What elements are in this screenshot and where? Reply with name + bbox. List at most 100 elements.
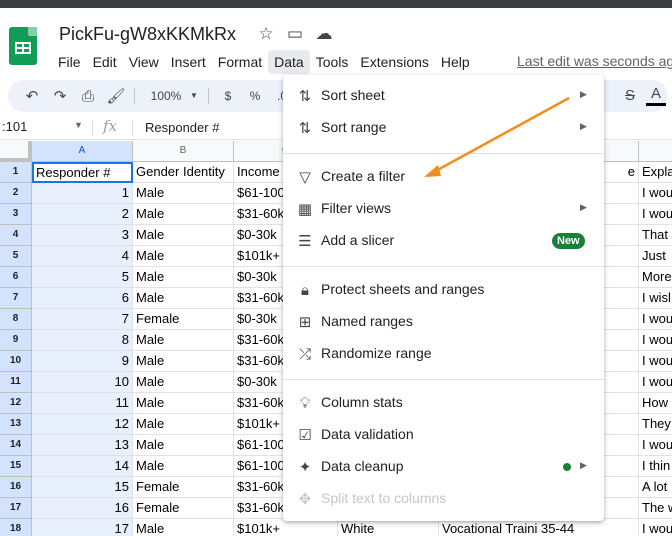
cell-b[interactable]: Male — [133, 183, 234, 204]
menu-file[interactable]: File — [52, 50, 87, 74]
print-icon[interactable]: ⎙ — [76, 84, 100, 108]
star-icon[interactable]: ☆ — [256, 24, 276, 44]
cell-b[interactable]: Male — [133, 414, 234, 435]
percent-format-button[interactable]: % — [245, 84, 265, 108]
cell-h[interactable]: The w — [639, 498, 672, 519]
cell-a[interactable]: 14 — [32, 456, 133, 477]
menu-item-column-stats[interactable]: 💡︎ Column stats — [283, 387, 604, 419]
row-header[interactable]: 11 — [0, 372, 32, 393]
currency-format-button[interactable]: $ — [218, 84, 238, 108]
cell-h[interactable]: I wou — [639, 309, 672, 330]
cell-b[interactable]: Male — [133, 519, 234, 536]
cell-h[interactable]: A lot — [639, 477, 672, 498]
menu-item-sort-sheet[interactable]: ⇅ Sort sheet ▶ — [283, 80, 604, 112]
menu-format[interactable]: Format — [212, 50, 268, 74]
cloud-status-icon[interactable]: ☁ — [314, 24, 334, 44]
menu-extensions[interactable]: Extensions — [354, 50, 434, 74]
row-header[interactable]: 18 — [0, 519, 32, 536]
menu-item-randomize-range[interactable]: ⤮ Randomize range — [283, 338, 604, 370]
row-header[interactable]: 17 — [0, 498, 32, 519]
cell-b[interactable]: Female — [133, 498, 234, 519]
cell-a[interactable]: Responder # — [32, 162, 133, 183]
cell-a[interactable]: 10 — [32, 372, 133, 393]
cell-b[interactable]: Male — [133, 225, 234, 246]
cell-b[interactable]: Male — [133, 393, 234, 414]
cell-h[interactable]: Expla — [639, 162, 672, 183]
row-header[interactable]: 2 — [0, 183, 32, 204]
zoom-select[interactable]: 100% — [146, 84, 186, 108]
row-header[interactable]: 12 — [0, 393, 32, 414]
row-header[interactable]: 15 — [0, 456, 32, 477]
cell-a[interactable]: 1 — [32, 183, 133, 204]
menu-item-create-filter[interactable]: ▽ Create a filter — [283, 161, 604, 193]
cell-a[interactable]: 4 — [32, 246, 133, 267]
row-header[interactable]: 1 — [0, 162, 32, 183]
menu-item-split-text[interactable]: ✥ Split text to columns — [283, 483, 604, 515]
menu-tools[interactable]: Tools — [310, 50, 355, 74]
cell-h[interactable]: I wou — [639, 435, 672, 456]
menu-view[interactable]: View — [123, 50, 165, 74]
cell-b[interactable]: Male — [133, 372, 234, 393]
sheets-logo-icon[interactable] — [9, 27, 37, 65]
menu-item-data-validation[interactable]: ☑ Data validation — [283, 419, 604, 451]
redo-icon[interactable]: ↷ — [48, 84, 72, 108]
strikethrough-icon[interactable]: S — [618, 84, 642, 108]
menu-item-sort-range[interactable]: ⇅ Sort range ▶ — [283, 112, 604, 144]
row-header[interactable]: 13 — [0, 414, 32, 435]
cell-a[interactable]: 6 — [32, 288, 133, 309]
cell-b[interactable]: Male — [133, 456, 234, 477]
name-box-dropdown-icon[interactable]: ▼ — [74, 120, 83, 130]
row-header[interactable]: 9 — [0, 330, 32, 351]
row-header[interactable]: 8 — [0, 309, 32, 330]
cell-b[interactable]: Female — [133, 477, 234, 498]
menu-item-add-slicer[interactable]: ☰ Add a slicer New — [283, 225, 604, 257]
cell-a[interactable]: 8 — [32, 330, 133, 351]
row-header[interactable]: 14 — [0, 435, 32, 456]
cell-c[interactable]: $101k+ — [234, 519, 338, 536]
cell-a[interactable]: 17 — [32, 519, 133, 536]
cell-b[interactable]: Male — [133, 288, 234, 309]
row-header[interactable]: 7 — [0, 288, 32, 309]
cell-a[interactable]: 7 — [32, 309, 133, 330]
cell-h[interactable]: I wou — [639, 330, 672, 351]
cell-a[interactable]: 2 — [32, 204, 133, 225]
cell-d[interactable]: White — [338, 519, 439, 536]
select-all-corner[interactable] — [0, 141, 32, 162]
cell-h[interactable]: I thin — [639, 456, 672, 477]
paint-format-icon[interactable]: 🖌 — [104, 84, 128, 108]
cell-b[interactable]: Male — [133, 435, 234, 456]
cell-a[interactable]: 16 — [32, 498, 133, 519]
cell-h[interactable]: They — [639, 414, 672, 435]
cell-a[interactable]: 11 — [32, 393, 133, 414]
cell-b[interactable]: Male — [133, 351, 234, 372]
zoom-dropdown-icon[interactable]: ▼ — [188, 84, 200, 108]
row-header[interactable]: 5 — [0, 246, 32, 267]
cell-h[interactable]: I wou — [639, 372, 672, 393]
cell-h[interactable]: How — [639, 393, 672, 414]
cell-h[interactable]: Just — [639, 246, 672, 267]
cell-h[interactable]: I wou — [639, 183, 672, 204]
cell-b[interactable]: Male — [133, 246, 234, 267]
cell-a[interactable]: 15 — [32, 477, 133, 498]
cell-a[interactable]: 9 — [32, 351, 133, 372]
document-title[interactable]: PickFu-gW8xKKMkRx — [59, 24, 236, 45]
cell-a[interactable]: 5 — [32, 267, 133, 288]
menu-help[interactable]: Help — [435, 50, 476, 74]
menu-item-filter-views[interactable]: ▦ Filter views ▶ — [283, 193, 604, 225]
menu-edit[interactable]: Edit — [87, 50, 123, 74]
cell-b[interactable]: Male — [133, 204, 234, 225]
row-header[interactable]: 4 — [0, 225, 32, 246]
menu-item-data-cleanup[interactable]: ✦ Data cleanup ▶ — [283, 451, 604, 483]
last-edit-link[interactable]: Last edit was seconds ago — [517, 53, 672, 69]
cell-h[interactable]: I wou — [639, 519, 672, 536]
cell-a[interactable]: 13 — [32, 435, 133, 456]
column-header-f[interactable] — [639, 141, 672, 162]
move-folder-icon[interactable]: ▭ — [285, 24, 305, 44]
menu-insert[interactable]: Insert — [165, 50, 212, 74]
cell-b[interactable]: Male — [133, 330, 234, 351]
row-header[interactable]: 16 — [0, 477, 32, 498]
column-header-b[interactable]: B — [133, 141, 234, 162]
row-header[interactable]: 10 — [0, 351, 32, 372]
column-header-a[interactable]: A — [32, 141, 133, 162]
menu-data[interactable]: Data — [268, 50, 310, 74]
